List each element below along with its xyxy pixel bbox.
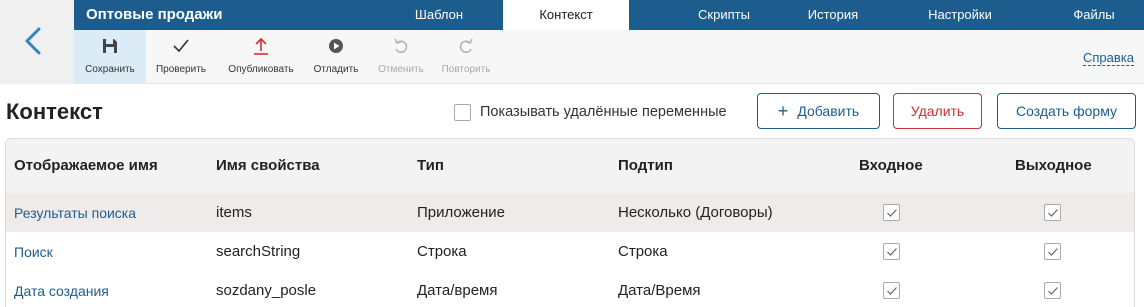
- display-name-link[interactable]: Дата создания: [14, 283, 109, 299]
- tab-template[interactable]: Шаблон: [379, 0, 499, 30]
- redo-icon: [459, 38, 473, 53]
- chevron-left-icon[interactable]: [22, 26, 44, 56]
- display-name-link[interactable]: Поиск: [14, 244, 53, 260]
- type-cell: Приложение: [417, 204, 505, 221]
- check-icon: [887, 209, 897, 217]
- create-form-button-label: Создать форму: [1016, 103, 1117, 119]
- delete-button-label: Удалить: [910, 103, 965, 119]
- check-icon: [1048, 248, 1058, 256]
- property-name: items: [216, 204, 252, 221]
- column-header[interactable]: Отображаемое имя: [14, 157, 158, 174]
- type-cell: Строка: [417, 243, 467, 260]
- undo-label: Отменить: [378, 64, 424, 75]
- tab-scripts[interactable]: Скрипты: [664, 0, 784, 30]
- column-header[interactable]: Подтип: [618, 157, 673, 174]
- play-icon: [329, 39, 343, 53]
- property-name: sozdany_posle: [216, 282, 317, 299]
- table-row[interactable]: Дата создания sozdany_posle Дата/время Д…: [6, 271, 1134, 307]
- check-icon: [173, 39, 189, 53]
- input-checkbox[interactable]: [883, 204, 900, 221]
- check-icon: [887, 248, 897, 256]
- publish-label: Опубликовать: [228, 64, 294, 75]
- check-icon: [887, 287, 897, 295]
- plus-icon: +: [777, 101, 789, 121]
- input-checkbox[interactable]: [883, 282, 900, 299]
- check-label: Проверить: [155, 64, 206, 75]
- redo-button[interactable]: Повторить: [436, 30, 496, 84]
- column-header[interactable]: Тип: [417, 157, 444, 174]
- top-nav-bar: Оптовые продажи Шаблон Контекст Скрипты …: [74, 0, 1144, 30]
- check-icon: [1048, 209, 1058, 217]
- tab-settings[interactable]: Настройки: [900, 0, 1020, 30]
- output-checkbox[interactable]: [1044, 204, 1061, 221]
- tab-context[interactable]: Контекст: [503, 0, 629, 30]
- tab-files[interactable]: Файлы: [1034, 0, 1144, 30]
- column-header[interactable]: Входное: [859, 157, 923, 174]
- toolbar: Сохранить Проверить Опубликовать Отладит…: [74, 30, 1144, 84]
- debug-button[interactable]: Отладить: [308, 30, 364, 84]
- property-name: searchString: [216, 243, 301, 260]
- delete-button[interactable]: Удалить: [893, 93, 982, 129]
- page-title: Контекст: [6, 99, 103, 124]
- back-column: [0, 0, 74, 84]
- add-button-label: Добавить: [797, 103, 860, 119]
- app-root: Оптовые продажи Шаблон Контекст Скрипты …: [0, 0, 1144, 307]
- save-label: Сохранить: [85, 64, 135, 75]
- table-header: Отображаемое имя Имя свойства Тип Подтип…: [6, 139, 1134, 193]
- column-header[interactable]: Имя свойства: [216, 157, 320, 174]
- output-checkbox[interactable]: [1044, 243, 1061, 260]
- type-cell: Дата/время: [417, 282, 498, 299]
- save-icon: [103, 39, 117, 53]
- column-header[interactable]: Выходное: [1015, 157, 1092, 174]
- check-icon: [1048, 287, 1058, 295]
- display-name-link[interactable]: Результаты поиска: [14, 205, 136, 221]
- save-button[interactable]: Сохранить: [74, 30, 146, 84]
- help-link[interactable]: Справка: [1083, 50, 1134, 66]
- undo-icon: [394, 38, 408, 53]
- subtype-cell: Несколько (Договоры): [618, 204, 773, 221]
- context-table: Отображаемое имя Имя свойства Тип Подтип…: [5, 138, 1135, 307]
- app-title: Оптовые продажи: [86, 6, 223, 23]
- subtype-cell: Строка: [618, 243, 668, 260]
- output-checkbox[interactable]: [1044, 282, 1061, 299]
- create-form-button[interactable]: Создать форму: [997, 93, 1136, 129]
- add-button[interactable]: + Добавить: [757, 93, 880, 129]
- undo-button[interactable]: Отменить: [372, 30, 430, 84]
- publish-icon: [254, 37, 268, 55]
- debug-label: Отладить: [313, 64, 359, 75]
- table-row[interactable]: Поиск searchString Строка Строка: [6, 232, 1134, 271]
- table-row[interactable]: Результаты поиска items Приложение Неско…: [6, 193, 1134, 232]
- show-deleted-toggle[interactable]: Показывать удалённые переменные: [454, 101, 727, 123]
- redo-label: Повторить: [441, 64, 491, 75]
- check-button[interactable]: Проверить: [148, 30, 214, 84]
- publish-button[interactable]: Опубликовать: [222, 30, 300, 84]
- show-deleted-checkbox[interactable]: [454, 103, 471, 121]
- tab-history[interactable]: История: [773, 0, 893, 30]
- show-deleted-label: Показывать удалённые переменные: [480, 104, 727, 120]
- subtype-cell: Дата/Время: [618, 282, 701, 299]
- input-checkbox[interactable]: [883, 243, 900, 260]
